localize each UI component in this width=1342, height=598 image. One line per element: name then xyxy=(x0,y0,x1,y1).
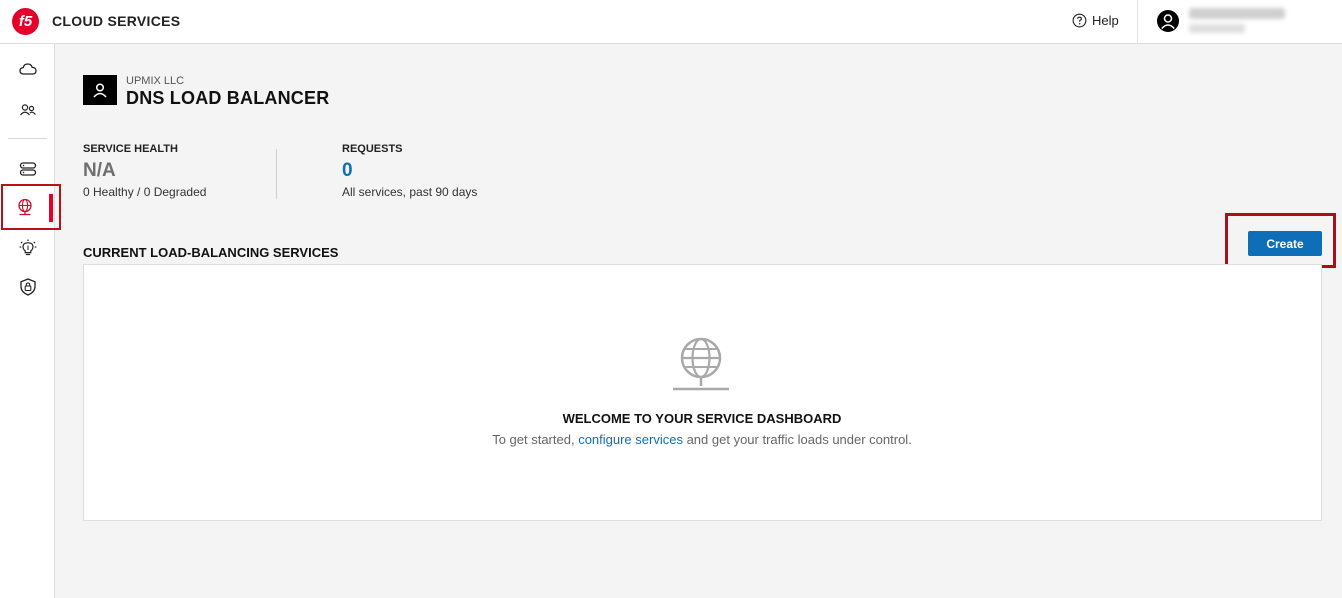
service-health-summary: 0 Healthy / 0 Degraded xyxy=(83,185,207,199)
globe-icon xyxy=(673,337,729,391)
sidebar-item-insights[interactable] xyxy=(0,230,55,266)
user-icon xyxy=(1161,14,1175,30)
organization-name: UPMIX LLC xyxy=(126,75,185,87)
empty-state-text: To get started, configure services and g… xyxy=(0,432,1342,447)
sidebar-item-users[interactable] xyxy=(0,92,55,128)
top-bar: f5 CLOUD SERVICES Help xyxy=(0,0,1342,44)
empty-state-text-end: and get your traffic loads under control… xyxy=(682,432,912,447)
stats-divider xyxy=(276,149,277,199)
server-icon xyxy=(19,162,36,176)
f5-logo[interactable]: f5 xyxy=(12,8,39,35)
users-icon xyxy=(19,104,36,116)
user-icon xyxy=(93,83,107,98)
requests-label: REQUESTS xyxy=(342,143,403,155)
cloud-icon xyxy=(18,63,37,75)
user-org-blurred xyxy=(1189,24,1245,33)
help-icon xyxy=(1072,13,1087,28)
account-icon-badge xyxy=(83,75,117,105)
sidebar-item-servers[interactable] xyxy=(0,151,55,187)
shield-lock-icon xyxy=(19,278,36,296)
sidebar-item-security[interactable] xyxy=(0,269,55,305)
requests-summary: All services, past 90 days xyxy=(342,185,478,199)
globe-icon xyxy=(17,198,32,216)
services-section-title: CURRENT LOAD-BALANCING SERVICES xyxy=(83,245,339,260)
configure-services-link[interactable]: configure services xyxy=(578,432,683,447)
empty-state-text-start: To get started, xyxy=(492,432,579,447)
empty-state-title: WELCOME TO YOUR SERVICE DASHBOARD xyxy=(562,411,842,426)
help-label: Help xyxy=(1092,13,1119,28)
sidebar-item-dns[interactable] xyxy=(0,189,49,225)
help-link[interactable]: Help xyxy=(1072,13,1119,28)
page-title: DNS LOAD BALANCER xyxy=(126,88,330,108)
user-name-blurred[interactable] xyxy=(1189,8,1285,19)
service-health-label: SERVICE HEALTH xyxy=(83,143,178,155)
lightbulb-icon xyxy=(19,239,36,256)
sidebar xyxy=(0,44,61,598)
brand-name: CLOUD SERVICES xyxy=(52,13,181,29)
requests-value[interactable]: 0 xyxy=(342,160,353,182)
top-divider xyxy=(1137,0,1138,44)
active-nav-indicator xyxy=(49,194,53,222)
create-button[interactable]: Create xyxy=(1248,231,1322,256)
sidebar-item-cloud[interactable] xyxy=(0,51,55,87)
service-health-value: N/A xyxy=(83,160,116,181)
sidebar-separator xyxy=(8,138,47,139)
services-panel xyxy=(83,264,1322,521)
user-avatar[interactable] xyxy=(1157,10,1179,32)
